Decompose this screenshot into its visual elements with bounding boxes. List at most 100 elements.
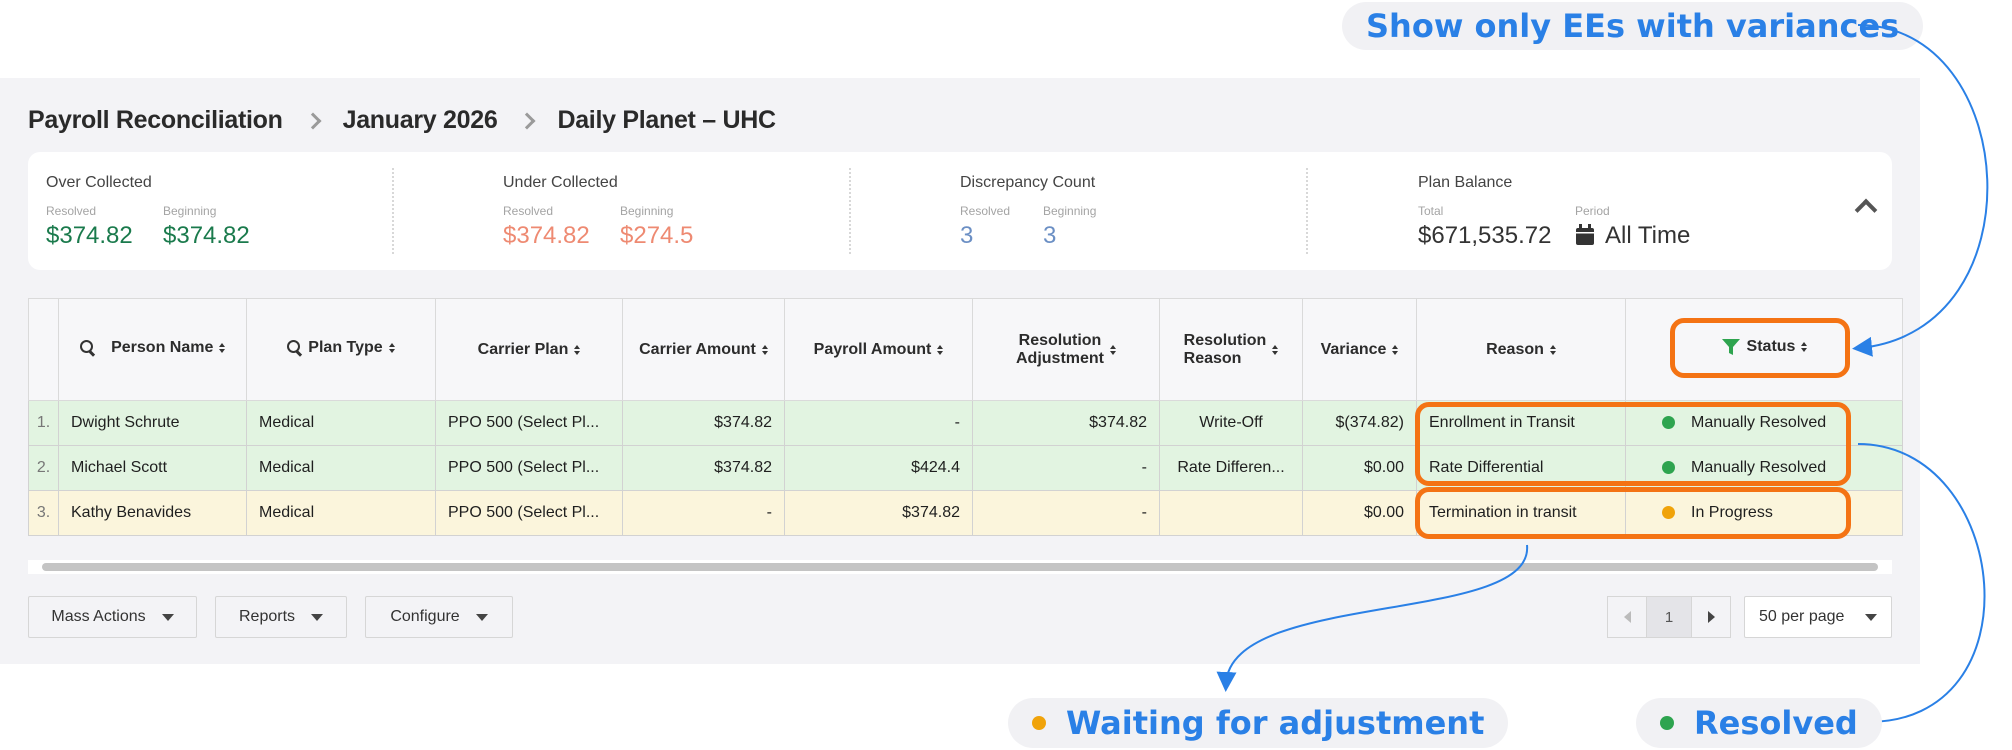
- resolved-label: Resolved: [960, 204, 1011, 218]
- row-number: 3.: [28, 490, 59, 536]
- plan-type-cell: Medical: [246, 445, 436, 491]
- resolved-callout-text: Resolved: [1694, 704, 1858, 742]
- resolution-adjustment-cell: $374.82: [972, 400, 1160, 446]
- beginning-value: $374.82: [163, 222, 250, 249]
- sort-icon[interactable]: [574, 344, 581, 355]
- row-number-header: [28, 298, 59, 401]
- chevron-up-icon[interactable]: [1854, 198, 1878, 222]
- pager-prev-icon: [1623, 611, 1631, 623]
- chevron-right-icon: [304, 112, 322, 129]
- person-name-header[interactable]: Person Name: [58, 298, 247, 401]
- header-label: Reason: [1486, 340, 1544, 358]
- carrier-amount-header[interactable]: Carrier Amount: [622, 298, 785, 401]
- breadcrumb-period[interactable]: January 2026: [343, 106, 498, 135]
- configure-label: Configure: [390, 608, 460, 625]
- variance-cell: $0.00: [1302, 490, 1417, 536]
- sort-icon[interactable]: [1272, 344, 1279, 355]
- resolved-value: 3: [960, 222, 974, 249]
- carrier-amount-cell: $374.82: [622, 400, 785, 446]
- breadcrumb-payroll-reconciliation[interactable]: Payroll Reconciliation: [28, 106, 283, 135]
- metric-title: Under Collected: [503, 174, 618, 191]
- divider: [1306, 168, 1308, 254]
- reports-button[interactable]: Reports: [215, 596, 347, 638]
- carrier-plan-cell: PPO 500 (Select Pl...: [435, 400, 623, 446]
- resolution-adjustment-cell: -: [972, 445, 1160, 491]
- metric-under-collected: Under Collected Resolved $374.82 Beginni…: [503, 152, 853, 270]
- calendar-icon[interactable]: [1575, 224, 1595, 246]
- header-label: Carrier Plan: [477, 340, 569, 358]
- scrollbar-thumb[interactable]: [42, 563, 1878, 571]
- sort-icon[interactable]: [1392, 344, 1399, 355]
- person-name-cell[interactable]: Michael Scott: [58, 445, 247, 491]
- reason-header[interactable]: Reason: [1416, 298, 1626, 401]
- per-page-select[interactable]: 50 per page: [1744, 596, 1892, 638]
- horizontal-scrollbar[interactable]: [28, 560, 1892, 574]
- resolution-reason-header[interactable]: Resolution Reason: [1159, 298, 1303, 401]
- header-label: Reason: [1183, 349, 1242, 367]
- summary-card: Over Collected Resolved $374.82 Beginnin…: [28, 152, 1892, 270]
- reconciliation-panel: Payroll Reconciliation January 2026 Dail…: [0, 78, 1920, 664]
- status-header-highlight: [1670, 318, 1850, 378]
- sort-icon[interactable]: [388, 342, 395, 353]
- header-label: Resolution: [1018, 331, 1102, 349]
- person-name-cell[interactable]: Kathy Benavides: [58, 490, 247, 536]
- total-value: $671,535.72: [1418, 222, 1552, 249]
- row-number: 1.: [28, 400, 59, 446]
- pager-current-page[interactable]: 1: [1646, 597, 1692, 637]
- resolved-rows-highlight: [1415, 402, 1851, 486]
- search-icon[interactable]: [79, 340, 95, 355]
- header-label: Resolution: [1183, 331, 1267, 349]
- per-page-label: 50 per page: [1759, 608, 1845, 625]
- pager-next-button[interactable]: [1692, 597, 1730, 637]
- divider: [849, 168, 851, 254]
- payroll-amount-header[interactable]: Payroll Amount: [784, 298, 973, 401]
- caret-down-icon: [311, 613, 324, 621]
- carrier-plan-header[interactable]: Carrier Plan: [435, 298, 623, 401]
- caret-down-icon: [161, 613, 174, 621]
- metric-over-collected: Over Collected Resolved $374.82 Beginnin…: [46, 152, 396, 270]
- divider: [392, 168, 394, 254]
- sort-icon[interactable]: [761, 344, 768, 355]
- filter-callout: Show only EEs with variances: [1342, 2, 1924, 50]
- plan-type-header[interactable]: Plan Type: [246, 298, 436, 401]
- resolution-adjustment-header[interactable]: Resolution Adjustment: [972, 298, 1160, 401]
- caret-down-icon: [475, 613, 488, 621]
- status-dot-icon: [1032, 716, 1046, 730]
- metric-plan-balance: Plan Balance Total $671,535.72 Period Al…: [1418, 152, 1818, 270]
- pager-prev-button[interactable]: [1608, 597, 1646, 637]
- beginning-label: Beginning: [1043, 204, 1097, 218]
- carrier-amount-cell: $374.82: [622, 445, 785, 491]
- search-icon[interactable]: [287, 340, 302, 355]
- sort-icon[interactable]: [937, 344, 944, 355]
- person-name-cell[interactable]: Dwight Schrute: [58, 400, 247, 446]
- period-value[interactable]: All Time: [1605, 222, 1690, 250]
- mass-actions-label: Mass Actions: [51, 608, 146, 625]
- beginning-label: Beginning: [620, 204, 674, 218]
- plan-type-cell: Medical: [246, 400, 436, 446]
- variance-header[interactable]: Variance: [1302, 298, 1417, 401]
- plan-type-cell: Medical: [246, 490, 436, 536]
- resolution-reason-cell: Write-Off: [1159, 400, 1303, 446]
- resolved-value: $374.82: [46, 222, 133, 249]
- breadcrumb: Payroll Reconciliation January 2026 Dail…: [28, 106, 776, 135]
- mass-actions-button[interactable]: Mass Actions: [28, 596, 197, 638]
- carrier-plan-cell: PPO 500 (Select Pl...: [435, 445, 623, 491]
- sort-icon[interactable]: [1549, 344, 1556, 355]
- status-dot-icon: [1660, 716, 1674, 730]
- resolved-value: $374.82: [503, 222, 590, 249]
- carrier-amount-cell: -: [622, 490, 785, 536]
- beginning-value: $274.5: [620, 222, 694, 249]
- header-label: Payroll Amount: [813, 340, 932, 358]
- resolved-label: Resolved: [46, 204, 97, 218]
- resolution-adjustment-cell: -: [972, 490, 1160, 536]
- metric-title: Over Collected: [46, 174, 152, 191]
- sort-icon[interactable]: [1110, 344, 1116, 355]
- in-progress-row-highlight: [1415, 487, 1851, 539]
- sort-icon[interactable]: [219, 342, 226, 353]
- beginning-label: Beginning: [163, 204, 217, 218]
- pagination: 1: [1607, 596, 1731, 638]
- configure-button[interactable]: Configure: [365, 596, 513, 638]
- resolved-label: Resolved: [503, 204, 554, 218]
- metric-title: Plan Balance: [1418, 174, 1513, 191]
- filter-callout-text: Show only EEs with variances: [1366, 7, 1900, 45]
